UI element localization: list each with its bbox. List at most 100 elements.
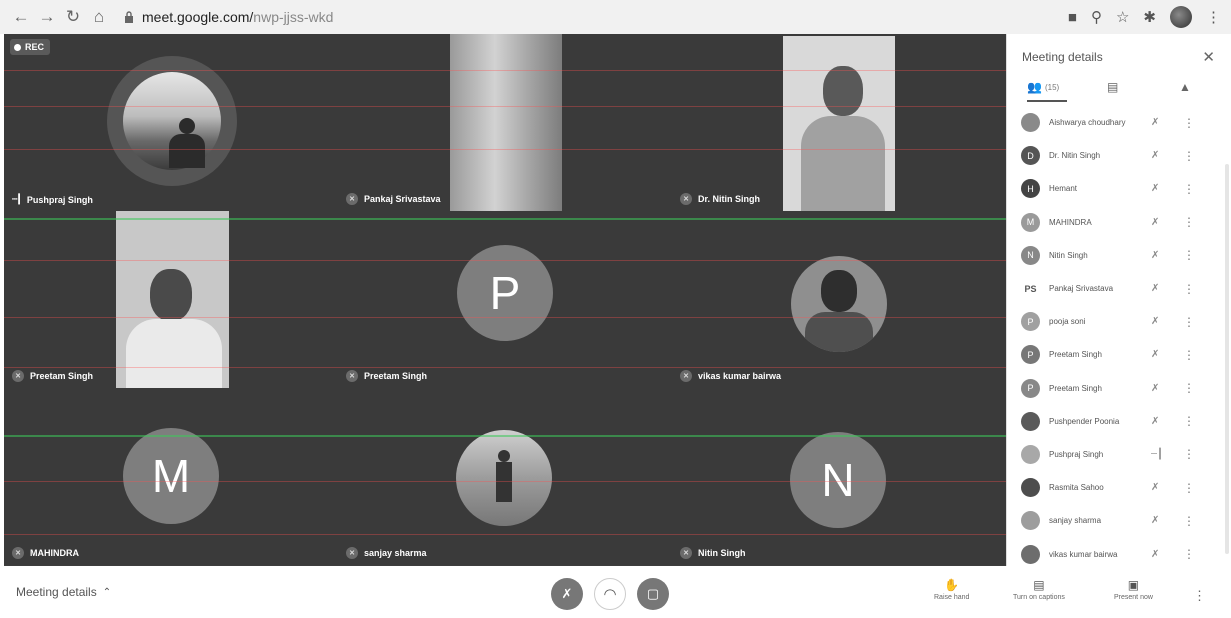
- tab-chat[interactable]: ▤: [1107, 80, 1118, 94]
- participant-row[interactable]: Rasmita Sahoo ✗ ⋮: [1007, 471, 1231, 504]
- participant-tile[interactable]: P ✕ Preetam Singh: [338, 211, 672, 388]
- hang-up-icon: ◠: [603, 586, 617, 603]
- camera-toggle-button[interactable]: ▢: [637, 578, 669, 610]
- participant-tile[interactable]: ✕ Preetam Singh: [4, 211, 338, 388]
- bottom-control-bar: Meeting details ⌃ ✗ ◠ ▢ ✋ Raise hand ▤ T…: [0, 566, 1231, 618]
- panel-title: Meeting details: [1022, 50, 1103, 64]
- reload-icon[interactable]: ↻: [62, 6, 84, 28]
- more-options-icon[interactable]: ⋮: [1183, 282, 1195, 296]
- more-options-icon[interactable]: ⋮: [1183, 381, 1195, 395]
- participant-row[interactable]: H Hemant ✗ ⋮: [1007, 172, 1231, 205]
- camera-icon[interactable]: ■: [1068, 9, 1077, 26]
- more-options-icon[interactable]: ⋮: [1183, 481, 1195, 495]
- more-options-icon[interactable]: ⋮: [1183, 182, 1195, 196]
- back-icon[interactable]: ←: [10, 6, 32, 28]
- chevron-up-icon: ⌃: [102, 586, 112, 598]
- participant-initial-avatar: N: [790, 432, 886, 528]
- more-options-icon[interactable]: ⋮: [1183, 215, 1195, 229]
- participant-name: Preetam Singh: [364, 371, 428, 381]
- avatar: P: [1021, 378, 1040, 398]
- avatar: [1021, 411, 1040, 431]
- forward-icon[interactable]: →: [36, 6, 58, 28]
- star-icon[interactable]: ☆: [1116, 8, 1129, 26]
- rec-label: REC: [25, 42, 45, 52]
- hand-icon: ✋: [944, 578, 960, 592]
- more-options-icon[interactable]: ⋮: [1183, 248, 1195, 262]
- participant-row[interactable]: Pushpender Poonia ✗ ⋮: [1007, 405, 1231, 438]
- participant-tile[interactable]: ✕ Pankaj Srivastava: [338, 34, 672, 211]
- more-options-icon[interactable]: ⋮: [1183, 414, 1195, 428]
- participant-row[interactable]: PS Pankaj Srivastava ✗ ⋮: [1007, 272, 1231, 305]
- more-options-icon[interactable]: ⋮: [1183, 149, 1195, 163]
- participant-row[interactable]: Pushpraj Singh ┄┃ ⋮: [1007, 438, 1231, 471]
- participant-name: Nitin Singh: [1049, 250, 1088, 260]
- participant-name: Dr. Nitin Singh: [698, 194, 760, 204]
- browser-toolbar: ← → ↻ ⌂ meet.google.com/nwp-jjss-wkd ■ ⚲…: [0, 0, 1231, 34]
- participant-name: vikas kumar bairwa: [698, 371, 782, 381]
- scan-artifact: [4, 317, 1006, 318]
- meet-window: ← → ↻ ⌂ meet.google.com/nwp-jjss-wkd ■ ⚲…: [0, 0, 1231, 618]
- extensions-icon[interactable]: ✱: [1143, 8, 1156, 26]
- tab-people[interactable]: 👥 (15): [1027, 80, 1059, 94]
- avatar: M: [1021, 212, 1040, 232]
- scan-artifact: [4, 149, 1006, 150]
- raise-hand-button[interactable]: ✋ Raise hand: [934, 578, 969, 601]
- avatar: [1021, 113, 1040, 133]
- url-path: nwp-jjss-wkd: [253, 9, 334, 25]
- participant-row[interactable]: P Preetam Singh ✗ ⋮: [1007, 372, 1231, 405]
- home-icon[interactable]: ⌂: [88, 6, 110, 28]
- participant-row[interactable]: sanjay sharma ✗ ⋮: [1007, 504, 1231, 537]
- present-now-button[interactable]: ▣ Present now: [1114, 578, 1153, 601]
- mic-toggle-button[interactable]: ✗: [551, 578, 583, 610]
- more-options-icon[interactable]: ⋮: [1183, 514, 1195, 528]
- participant-row[interactable]: Aishwarya choudhary ✗ ⋮: [1007, 106, 1231, 139]
- menu-icon[interactable]: ⋮: [1206, 8, 1221, 26]
- url-host: meet.google.com/: [142, 9, 254, 25]
- zoom-icon[interactable]: ⚲: [1091, 8, 1102, 26]
- captions-button[interactable]: ▤ Turn on captions: [1013, 578, 1065, 601]
- panel-scrollbar[interactable]: [1225, 164, 1229, 554]
- meeting-details-button[interactable]: Meeting details ⌃: [16, 585, 111, 599]
- more-options-icon[interactable]: ⋮: [1183, 315, 1195, 329]
- participant-name: Pushpraj Singh: [26, 194, 93, 205]
- participant-tile[interactable]: N ✕ Nitin Singh: [672, 388, 1006, 565]
- address-bar[interactable]: meet.google.com/nwp-jjss-wkd: [124, 9, 333, 25]
- participant-video: [783, 36, 895, 211]
- participant-video: [450, 34, 562, 211]
- avatar: H: [1021, 179, 1040, 199]
- participant-row[interactable]: P Preetam Singh ✗ ⋮: [1007, 338, 1231, 371]
- leave-call-button[interactable]: ◠: [594, 578, 626, 610]
- participant-tile[interactable]: ✕ vikas kumar bairwa: [672, 211, 1006, 388]
- participant-video: [116, 211, 229, 388]
- participant-name: Preetam Singh: [30, 371, 94, 381]
- close-icon[interactable]: ✕: [1202, 48, 1215, 66]
- tab-activities[interactable]: ▲: [1179, 80, 1191, 94]
- scan-artifact: [4, 106, 1006, 107]
- more-options-icon[interactable]: ⋮: [1183, 547, 1195, 561]
- more-options-icon[interactable]: ⋮: [1183, 116, 1195, 130]
- mic-off-icon: ✗: [1151, 117, 1160, 129]
- mic-off-icon: ✕: [680, 547, 692, 559]
- mic-off-icon: ✗: [1151, 548, 1160, 560]
- profile-avatar[interactable]: [1170, 6, 1192, 28]
- more-options-icon[interactable]: ⋮: [1183, 447, 1195, 461]
- participant-row[interactable]: M MAHINDRA ✗ ⋮: [1007, 206, 1231, 239]
- mic-off-icon: ✗: [1151, 216, 1160, 228]
- participant-tile[interactable]: ✕ sanjay sharma: [338, 388, 672, 565]
- participant-name: Preetam Singh: [1049, 350, 1102, 360]
- mic-off-icon: ✗: [1151, 415, 1160, 427]
- meeting-details-panel: Meeting details ✕ 👥 (15) ▤ ▲ Aishwarya c…: [1006, 34, 1231, 566]
- participant-row[interactable]: N Nitin Singh ✗ ⋮: [1007, 239, 1231, 272]
- participant-name: Pushpender Poonia: [1049, 416, 1120, 426]
- more-options-icon[interactable]: ⋮: [1193, 588, 1206, 604]
- participant-tile[interactable]: M ✕ MAHINDRA: [4, 388, 338, 565]
- participant-tile[interactable]: ✕ Dr. Nitin Singh: [672, 34, 1006, 211]
- scan-artifact: [4, 260, 1006, 261]
- scan-artifact: [4, 70, 1006, 71]
- participant-row[interactable]: Ppooja soni ✗ ⋮: [1007, 305, 1231, 338]
- camera-off-icon: ▢: [646, 586, 660, 601]
- participant-row[interactable]: D Dr. Nitin Singh ✗ ⋮: [1007, 139, 1231, 172]
- mic-off-icon: ✗: [1151, 150, 1160, 162]
- more-options-icon[interactable]: ⋮: [1183, 348, 1195, 362]
- participant-tile[interactable]: REC ┄┃ Pushpraj Singh: [4, 34, 338, 211]
